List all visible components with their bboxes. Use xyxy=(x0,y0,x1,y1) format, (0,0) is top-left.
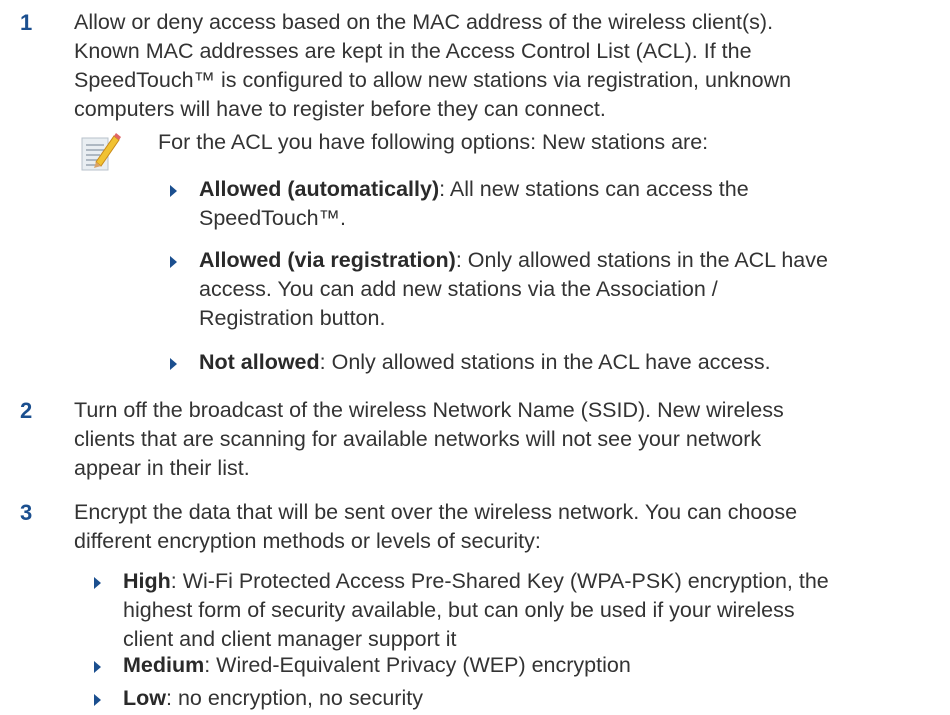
level-label: High xyxy=(123,569,171,593)
option-text: access. You can add new stations via the… xyxy=(199,277,718,301)
level-text: : Wired-Equivalent Privacy (WEP) encrypt… xyxy=(204,653,631,677)
option-text: : Only allowed stations in the ACL have xyxy=(455,248,828,272)
step-line: clients that are scanning for available … xyxy=(74,427,762,451)
bullet-arrow-icon xyxy=(94,661,101,673)
step-line: SpeedTouch™ is configured to allow new s… xyxy=(74,68,792,92)
step-text: Allow or deny access based on the MAC ad… xyxy=(74,8,944,124)
step-line: Turn off the broadcast of the wireless N… xyxy=(74,398,784,422)
document-page: 1 Allow or deny access based on the MAC … xyxy=(0,0,950,715)
level-label: Low xyxy=(123,686,166,710)
bullet-arrow-icon xyxy=(170,185,177,197)
note-icon xyxy=(80,132,122,178)
step-line: Encrypt the data that will be sent over … xyxy=(74,500,798,524)
option-label: Not allowed xyxy=(199,350,320,374)
bullet-arrow-icon xyxy=(170,358,177,370)
bullet-arrow-icon xyxy=(94,577,101,589)
step-number: 1 xyxy=(20,10,33,35)
step-line: appear in their list. xyxy=(74,456,250,480)
step-number: 2 xyxy=(20,398,33,423)
option-text: SpeedTouch™. xyxy=(199,206,347,230)
option-label: Allowed (via registration) xyxy=(199,248,456,272)
step-line: different encryption methods or levels o… xyxy=(74,529,541,553)
option-text: : Only allowed stations in the ACL have … xyxy=(319,350,771,374)
bullet-arrow-icon xyxy=(94,694,101,706)
level-text: client and client manager support it xyxy=(123,627,457,651)
step-line: Allow or deny access based on the MAC ad… xyxy=(74,10,774,34)
bullet-arrow-icon xyxy=(170,256,177,268)
option-text: : All new stations can access the xyxy=(439,177,749,201)
level-label: Medium xyxy=(123,653,205,677)
step-line: computers will have to register before t… xyxy=(74,97,606,121)
option-label: Allowed (automatically) xyxy=(199,177,440,201)
level-text: : Wi-Fi Protected Access Pre-Shared Key … xyxy=(170,569,829,593)
level-text: highest form of security available, but … xyxy=(123,598,795,622)
level-text: : no encryption, no security xyxy=(166,686,423,710)
step-number: 3 xyxy=(20,500,33,525)
step-line: Known MAC addresses are kept in the Acce… xyxy=(74,39,752,63)
option-text: Registration button. xyxy=(199,306,386,330)
note-intro: For the ACL you have following options: … xyxy=(158,130,709,154)
